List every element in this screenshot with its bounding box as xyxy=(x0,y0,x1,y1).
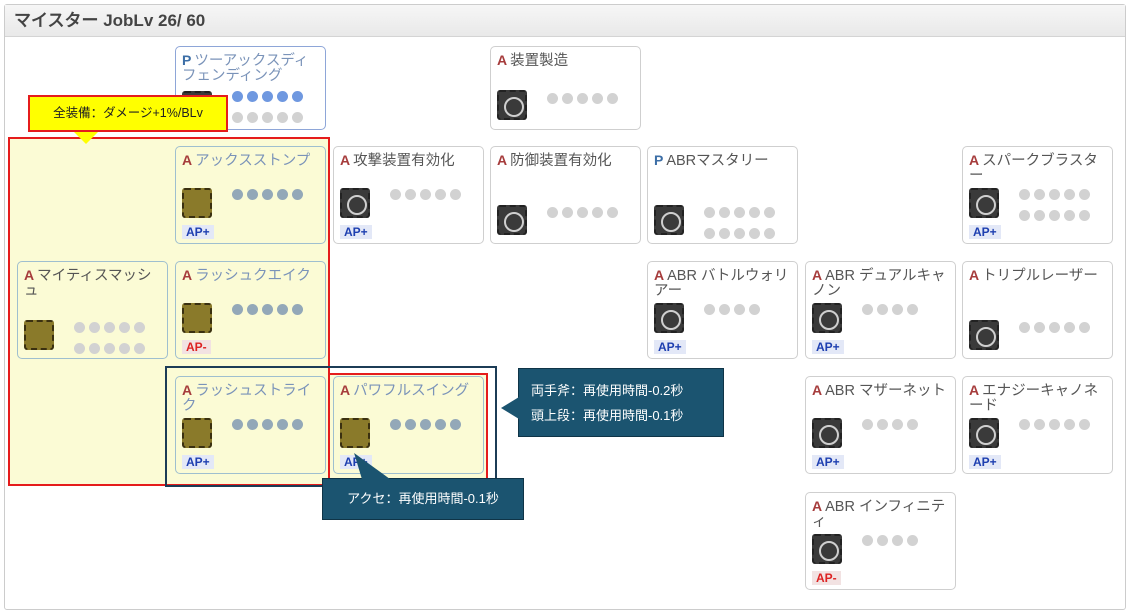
ap-badge: AP+ xyxy=(969,225,1001,239)
skill-card-abr-mastery[interactable]: P ABRマスタリー xyxy=(647,146,798,244)
spark-blaster-icon xyxy=(969,188,999,218)
ap-badge: AP+ xyxy=(812,340,844,354)
two-hand-callout-line: 両手斧：再使用時間-0.2秒 xyxy=(531,383,684,398)
energy-cannonade-icon xyxy=(969,418,999,448)
abr-mother-net-icon xyxy=(812,418,842,448)
ap-badge: AP+ xyxy=(654,340,686,354)
two-hand-callout: 両手斧：再使用時間-0.2秒 頭上段：再使用時間-0.1秒 xyxy=(501,368,724,437)
skill-name: 装置製造 xyxy=(510,53,569,69)
skill-level-dots xyxy=(862,304,952,325)
skill-card-attack-device[interactable]: A 攻撃装置有効化 AP+ xyxy=(333,146,484,244)
head-upper-callout-line: 頭上段：再使用時間-0.1秒 xyxy=(531,408,684,423)
skill-level-dots xyxy=(390,189,480,210)
active-badge: A xyxy=(812,382,823,398)
defense-device-icon xyxy=(497,205,527,235)
skill-name: トリプルレーザー xyxy=(982,268,1098,284)
skill-name: ツーアックスディフェンディング xyxy=(182,53,309,84)
all-equip-callout: 全装備：ダメージ+1%/BLv xyxy=(28,95,228,144)
skill-card-defense-device[interactable]: A 防御装置有効化 xyxy=(490,146,641,244)
attack-device-icon xyxy=(340,188,370,218)
skill-level-dots xyxy=(1019,419,1109,440)
passive-badge: P xyxy=(654,152,664,168)
skill-name: 防御装置有効化 xyxy=(510,153,612,169)
skill-level-dots xyxy=(1019,189,1109,231)
skill-name: ABR バトルウォリアー xyxy=(654,268,789,299)
ap-badge: AP+ xyxy=(812,455,844,469)
skill-card-abr-battle-warrior[interactable]: A ABR バトルウォリアー AP+ xyxy=(647,261,798,359)
ap-badge: AP- xyxy=(812,571,841,585)
ap-badge: AP+ xyxy=(969,455,1001,469)
abr-dual-cannon-icon xyxy=(812,303,842,333)
skill-name: スパークブラスター xyxy=(969,153,1098,184)
skill-card-triple-laser[interactable]: A トリプルレーザー xyxy=(962,261,1113,359)
skill-level-dots xyxy=(232,91,322,133)
active-badge: A xyxy=(340,152,351,168)
ap-badge: AP+ xyxy=(340,225,372,239)
skill-level-dots xyxy=(1019,322,1109,343)
active-badge: A xyxy=(969,382,980,398)
triple-laser-icon xyxy=(969,320,999,350)
weapon-highlight-box xyxy=(165,366,497,487)
abr-battle-warrior-icon xyxy=(654,303,684,333)
device-making-icon xyxy=(497,90,527,120)
skill-level-dots xyxy=(862,535,952,556)
skill-card-abr-infinity[interactable]: A ABR インフィニティ AP- xyxy=(805,492,956,590)
accessory-callout: アクセ：再使用時間-0.1秒 xyxy=(322,478,524,520)
skill-name: エナジーキャノネード xyxy=(969,383,1099,414)
skill-card-abr-dual-cannon[interactable]: A ABR デュアルキャノン AP+ xyxy=(805,261,956,359)
abr-mastery-icon xyxy=(654,205,684,235)
active-badge: A xyxy=(497,152,508,168)
active-badge: A xyxy=(497,52,508,68)
skill-level-dots xyxy=(547,207,637,228)
skill-level-dots xyxy=(704,304,794,325)
active-badge: A xyxy=(654,267,665,283)
skill-name: 攻撃装置有効化 xyxy=(353,153,455,169)
active-badge: A xyxy=(812,267,823,283)
skill-level-dots xyxy=(704,207,794,249)
skill-name: ABRマスタリー xyxy=(666,153,769,169)
active-badge: A xyxy=(812,498,823,514)
panel-title: マイスター JobLv 26/ 60 xyxy=(5,5,1125,37)
active-badge: A xyxy=(969,152,980,168)
skill-name: ABR インフィニティ xyxy=(812,499,946,530)
skill-card-abr-mother-net[interactable]: A ABR マザーネット AP+ xyxy=(805,376,956,474)
skill-card-energy-cannonade[interactable]: A エナジーキャノネード AP+ xyxy=(962,376,1113,474)
abr-infinity-icon xyxy=(812,534,842,564)
passive-badge: P xyxy=(182,52,192,68)
skill-level-dots xyxy=(547,93,637,114)
active-badge: A xyxy=(969,267,980,283)
skill-card-device-making[interactable]: A 装置製造 xyxy=(490,46,641,130)
skill-name: ABR マザーネット xyxy=(825,383,946,399)
skill-card-spark-blaster[interactable]: A スパークブラスター AP+ xyxy=(962,146,1113,244)
skill-level-dots xyxy=(862,419,952,440)
skill-name: ABR デュアルキャノン xyxy=(812,268,946,299)
